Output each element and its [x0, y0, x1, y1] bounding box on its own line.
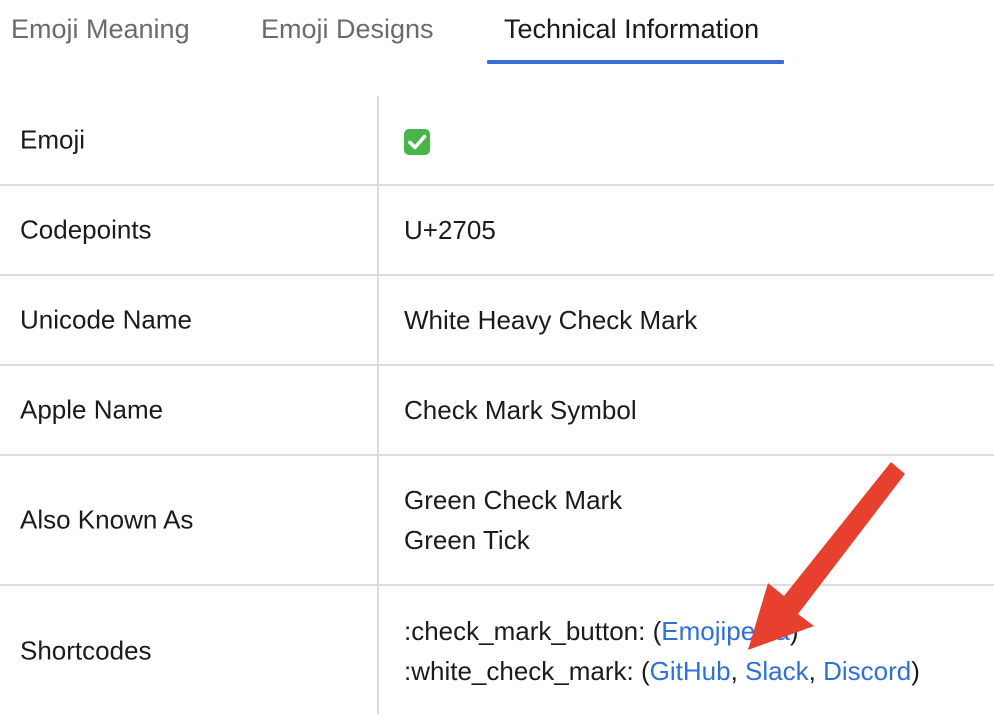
row-label: Shortcodes: [20, 635, 152, 666]
github-link[interactable]: GitHub: [650, 656, 731, 686]
shortcode-text: :check_mark_button: (: [404, 616, 662, 646]
alias-item: Green Tick: [404, 525, 530, 555]
row-label: Also Known As: [20, 504, 194, 535]
table-row-also-known-as: Also Known As Green Check Mark Green Tic…: [0, 456, 994, 586]
row-label: Emoji: [20, 124, 86, 155]
shortcode-line: :check_mark_button: (Emojipedia): [404, 611, 920, 651]
codepoints-value: U+2705: [404, 215, 496, 245]
alias-item: Green Check Mark: [404, 485, 623, 515]
tab-bar: Emoji Meaning Emoji Designs Technical In…: [0, 0, 994, 66]
white-heavy-check-mark-icon: [404, 129, 430, 156]
row-label: Apple Name: [20, 394, 164, 425]
emoji-value: [404, 120, 430, 160]
tab-technical-information[interactable]: Technical Information: [504, 14, 759, 45]
slack-link[interactable]: Slack: [745, 656, 809, 686]
table-row-shortcodes: Shortcodes :check_mark_button: (Emojiped…: [0, 586, 994, 716]
table-row-unicode-name: Unicode Name White Heavy Check Mark: [0, 276, 994, 366]
emojipedia-link[interactable]: Emojipedia: [661, 616, 790, 646]
discord-link[interactable]: Discord: [823, 656, 911, 686]
separator: ,: [808, 656, 824, 686]
paren-close: ): [789, 616, 799, 646]
shortcode-text: :white_check_mark: (: [404, 656, 650, 686]
table-row-codepoints: Codepoints U+2705: [0, 186, 994, 276]
row-label: Codepoints: [20, 214, 152, 245]
table-row-emoji: Emoji: [0, 96, 994, 186]
tab-emoji-meaning[interactable]: Emoji Meaning: [11, 14, 190, 45]
separator: ,: [730, 656, 746, 686]
apple-name-value: Check Mark Symbol: [404, 395, 637, 425]
row-label: Unicode Name: [20, 304, 192, 335]
active-tab-indicator: [487, 60, 784, 64]
technical-info-table: Emoji Codepoints U+2705 Unicode Name Whi…: [0, 96, 994, 716]
paren-close: ): [911, 656, 920, 686]
shortcodes-value: :check_mark_button: (Emojipedia) :white_…: [404, 611, 920, 691]
tab-emoji-designs[interactable]: Emoji Designs: [261, 14, 434, 45]
unicode-name-value: White Heavy Check Mark: [404, 305, 698, 335]
also-known-as-value: Green Check Mark Green Tick: [404, 480, 622, 560]
table-row-apple-name: Apple Name Check Mark Symbol: [0, 366, 994, 456]
shortcode-line: :white_check_mark: (GitHub, Slack, Disco…: [404, 651, 920, 691]
